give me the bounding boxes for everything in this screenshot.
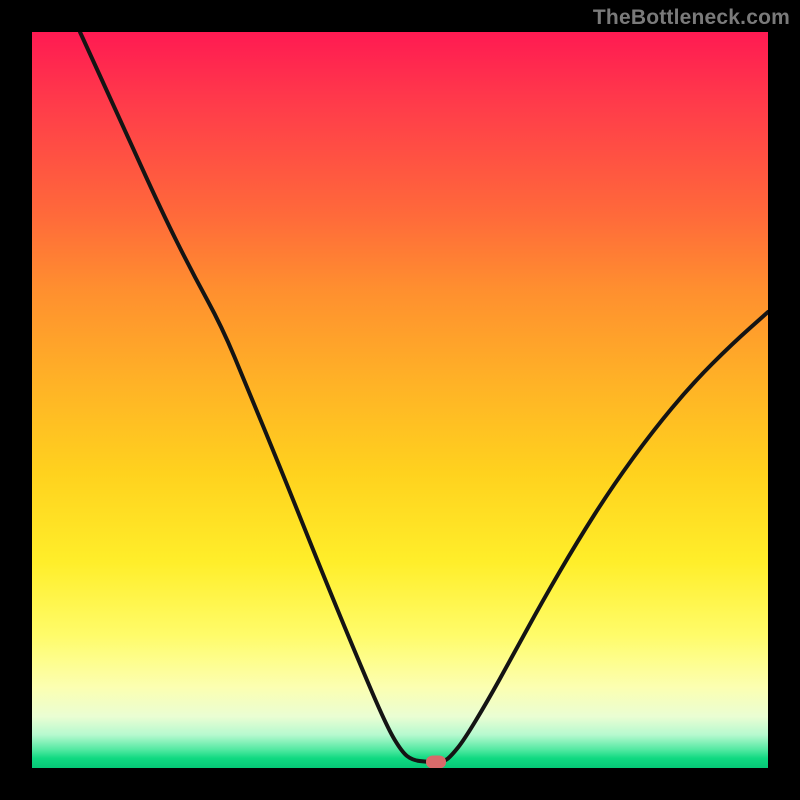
curve-path bbox=[80, 32, 768, 762]
optimum-marker-icon bbox=[426, 756, 446, 769]
plot-area bbox=[32, 32, 768, 768]
chart-frame: TheBottleneck.com bbox=[0, 0, 800, 800]
watermark-text: TheBottleneck.com bbox=[593, 6, 790, 30]
bottleneck-curve bbox=[32, 32, 768, 768]
